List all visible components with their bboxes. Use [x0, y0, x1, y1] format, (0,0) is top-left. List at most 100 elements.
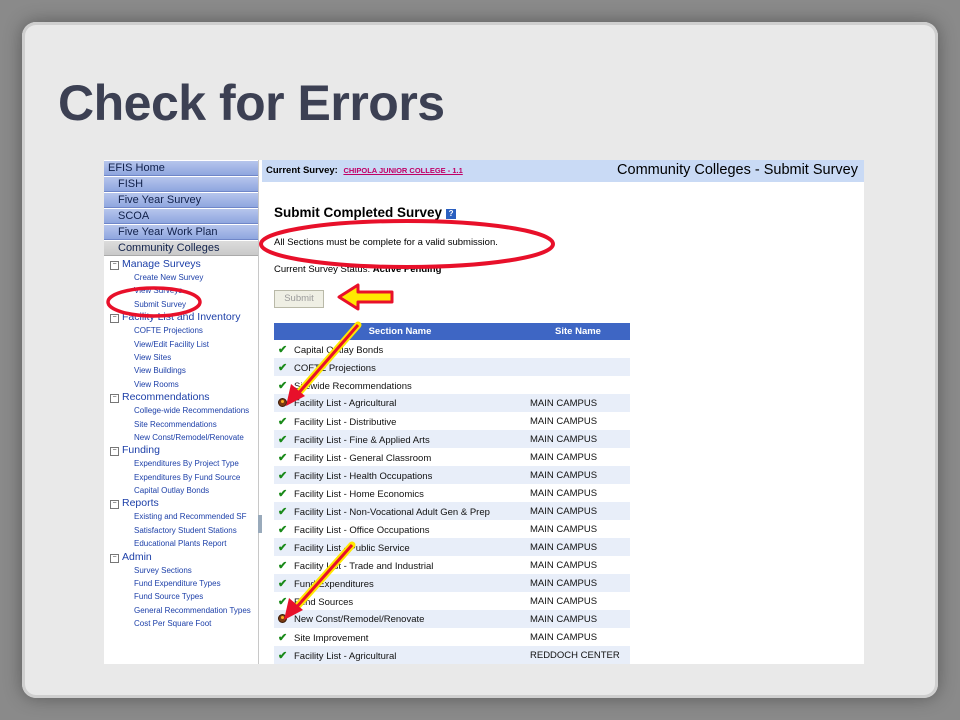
nav-group[interactable]: − Manage Surveys — [110, 258, 258, 271]
column-header-site: Site Name — [526, 323, 630, 340]
nav-link[interactable]: College-wide Recommendations — [110, 404, 258, 417]
nav-link[interactable]: COFTE Projections — [110, 324, 258, 337]
nav-link[interactable]: Fund Expenditure Types — [110, 577, 258, 590]
nav-group[interactable]: − Recommendations — [110, 391, 258, 404]
collapse-icon[interactable]: − — [110, 500, 119, 510]
sections-table: Section Name Site Name ✔ Capital Outlay B… — [274, 323, 630, 664]
section-name[interactable]: Facility List - Agricultural — [294, 651, 396, 662]
current-survey-link[interactable]: CHIPOLA JUNIOR COLLEGE - 1.1 — [343, 166, 462, 175]
nav-link[interactable]: Site Recommendations — [110, 418, 258, 431]
nav-link[interactable]: Create New Survey — [110, 271, 258, 284]
section-name[interactable]: Facility List - Trade and Industrial — [294, 561, 433, 572]
table-row[interactable]: ✔ Capital Outlay Bonds — [274, 340, 630, 358]
nav-link[interactable]: Educational Plants Report — [110, 537, 258, 550]
nav-group[interactable]: − Funding — [110, 444, 258, 457]
collapse-icon[interactable]: − — [110, 314, 119, 324]
table-row[interactable]: ✔ Facility List - Non-Vocational Adult Ge… — [274, 502, 630, 520]
section-name[interactable]: Fund Sources — [294, 597, 353, 608]
section-heading: Submit Completed Survey? — [274, 205, 457, 220]
nav-link[interactable]: View Sites — [110, 351, 258, 364]
section-name[interactable]: Facility List - Fine & Applied Arts — [294, 435, 430, 446]
site-cell: MAIN CAMPUS — [530, 595, 598, 607]
collapse-icon[interactable]: − — [110, 394, 119, 404]
nav-link[interactable]: View/Edit Facility List — [110, 338, 258, 351]
table-row[interactable]: ✔ Fund Sources MAIN CAMPUS — [274, 592, 630, 610]
nav-link[interactable]: Submit Survey — [110, 298, 258, 311]
check-icon: ✔ — [278, 433, 288, 446]
section-name[interactable]: Fund Expenditures — [294, 579, 374, 590]
nav-link[interactable]: Cost Per Square Foot — [110, 617, 258, 630]
section-cell: ✔ Facility List - Non-Vocational Adult Ge… — [274, 502, 526, 520]
table-row[interactable]: New Const/Remodel/Renovate MAIN CAMPUS — [274, 610, 630, 628]
table-row[interactable]: Facility List - Agricultural MAIN CAMPUS — [274, 394, 630, 412]
table-row[interactable]: ✔ Site Improvement MAIN CAMPUS — [274, 628, 630, 646]
table-row[interactable]: ✔ Facility List - Trade and Industrial MAI… — [274, 556, 630, 574]
collapse-icon[interactable]: − — [110, 553, 119, 563]
nav-link[interactable]: View Surveys — [110, 284, 258, 297]
table-row[interactable]: ✔ Sitewide Recommendations — [274, 376, 630, 394]
section-cell: ✔ Facility List - Office Occupations — [274, 520, 526, 538]
section-name[interactable]: Site Improvement — [294, 633, 368, 644]
nav-link[interactable]: Expenditures By Fund Source — [110, 471, 258, 484]
table-row[interactable]: ✔ Fund Expenditures MAIN CAMPUS — [274, 574, 630, 592]
nav-group-label: Reports — [122, 497, 159, 510]
nav-button-2[interactable]: Five Year Survey — [104, 193, 258, 208]
section-name[interactable]: Facility List - Public Service — [294, 543, 410, 554]
table-row[interactable]: ✔ Facility List - Agricultural REDDOCH CEN… — [274, 646, 630, 664]
nav-link[interactable]: Fund Source Types — [110, 590, 258, 603]
nav-button-4[interactable]: Five Year Work Plan — [104, 225, 258, 240]
table-row[interactable]: ✔ Facility List - Distributive MAIN CAMPUS — [274, 412, 630, 430]
status-value: Active Pending — [372, 264, 442, 275]
nav-group[interactable]: − Reports — [110, 497, 258, 510]
site-cell: MAIN CAMPUS — [530, 559, 598, 571]
section-name[interactable]: Facility List - Office Occupations — [294, 525, 430, 536]
nav-link[interactable]: View Buildings — [110, 364, 258, 377]
nav-link[interactable]: New Const/Remodel/Renovate — [110, 431, 258, 444]
nav-link[interactable]: View Rooms — [110, 378, 258, 391]
nav-button-0[interactable]: EFIS Home — [104, 161, 258, 176]
check-icon: ✔ — [278, 343, 288, 356]
table-row[interactable]: ✔ Facility List - Public Service MAIN CAMP… — [274, 538, 630, 556]
nav-link[interactable]: Satisfactory Student Stations — [110, 524, 258, 537]
nav-link[interactable]: Capital Outlay Bonds — [110, 484, 258, 497]
table-row[interactable]: ✔ Facility List - Home Economics MAIN CAMP… — [274, 484, 630, 502]
nav-link[interactable]: Existing and Recommended SF — [110, 510, 258, 523]
section-name[interactable]: Facility List - Home Economics — [294, 489, 424, 500]
left-nav: EFIS Home FISH Five Year Survey SCOA Five Ye… — [104, 160, 259, 664]
check-icon: ✔ — [278, 649, 288, 662]
nav-link[interactable]: Expenditures By Project Type — [110, 457, 258, 470]
section-name[interactable]: Sitewide Recommendations — [294, 381, 412, 392]
section-cell: ✔ Fund Expenditures — [274, 574, 526, 592]
check-icon: ✔ — [278, 595, 288, 608]
section-name[interactable]: New Const/Remodel/Renovate — [294, 614, 424, 625]
section-name[interactable]: Facility List - Health Occupations — [294, 471, 432, 482]
table-row[interactable]: ✔ Facility List - Office Occupations MAIN … — [274, 520, 630, 538]
nav-group[interactable]: − Admin — [110, 551, 258, 564]
section-cell: ✔ Facility List - Home Economics — [274, 484, 526, 502]
section-name[interactable]: Facility List - Agricultural — [294, 398, 396, 409]
nav-group-label: Facility List and Inventory — [122, 311, 241, 324]
section-name[interactable]: Facility List - General Classroom — [294, 453, 431, 464]
section-name[interactable]: Facility List - Non-Vocational Adult Gen… — [294, 507, 490, 518]
table-row[interactable]: ✔ Facility List - General Classroom MAIN C… — [274, 448, 630, 466]
nav-button-3[interactable]: SCOA — [104, 209, 258, 224]
nav-link[interactable]: Survey Sections — [110, 564, 258, 577]
section-cell: ✔ Facility List - Distributive — [274, 412, 526, 430]
error-icon — [278, 613, 290, 625]
site-cell: REDDOCH CENTER — [526, 646, 630, 664]
table-row[interactable]: ✔ COFTE Projections — [274, 358, 630, 376]
section-name[interactable]: Capital Outlay Bonds — [294, 345, 383, 356]
nav-button-1[interactable]: FISH — [104, 177, 258, 192]
table-row[interactable]: ✔ Facility List - Health Occupations MAIN … — [274, 466, 630, 484]
nav-button-5[interactable]: Community Colleges — [104, 241, 258, 256]
section-name[interactable]: Facility List - Distributive — [294, 417, 396, 428]
table-row[interactable]: ✔ Facility List - Fine & Applied Arts MAIN… — [274, 430, 630, 448]
submit-button[interactable]: Submit — [274, 290, 324, 308]
nav-link[interactable]: General Recommendation Types — [110, 604, 258, 617]
help-icon[interactable]: ? — [446, 209, 457, 219]
collapse-icon[interactable]: − — [110, 261, 119, 270]
nav-group[interactable]: − Facility List and Inventory — [110, 311, 258, 324]
collapse-icon[interactable]: − — [110, 447, 119, 457]
section-name[interactable]: COFTE Projections — [294, 363, 376, 374]
site-cell: MAIN CAMPUS — [526, 538, 630, 556]
